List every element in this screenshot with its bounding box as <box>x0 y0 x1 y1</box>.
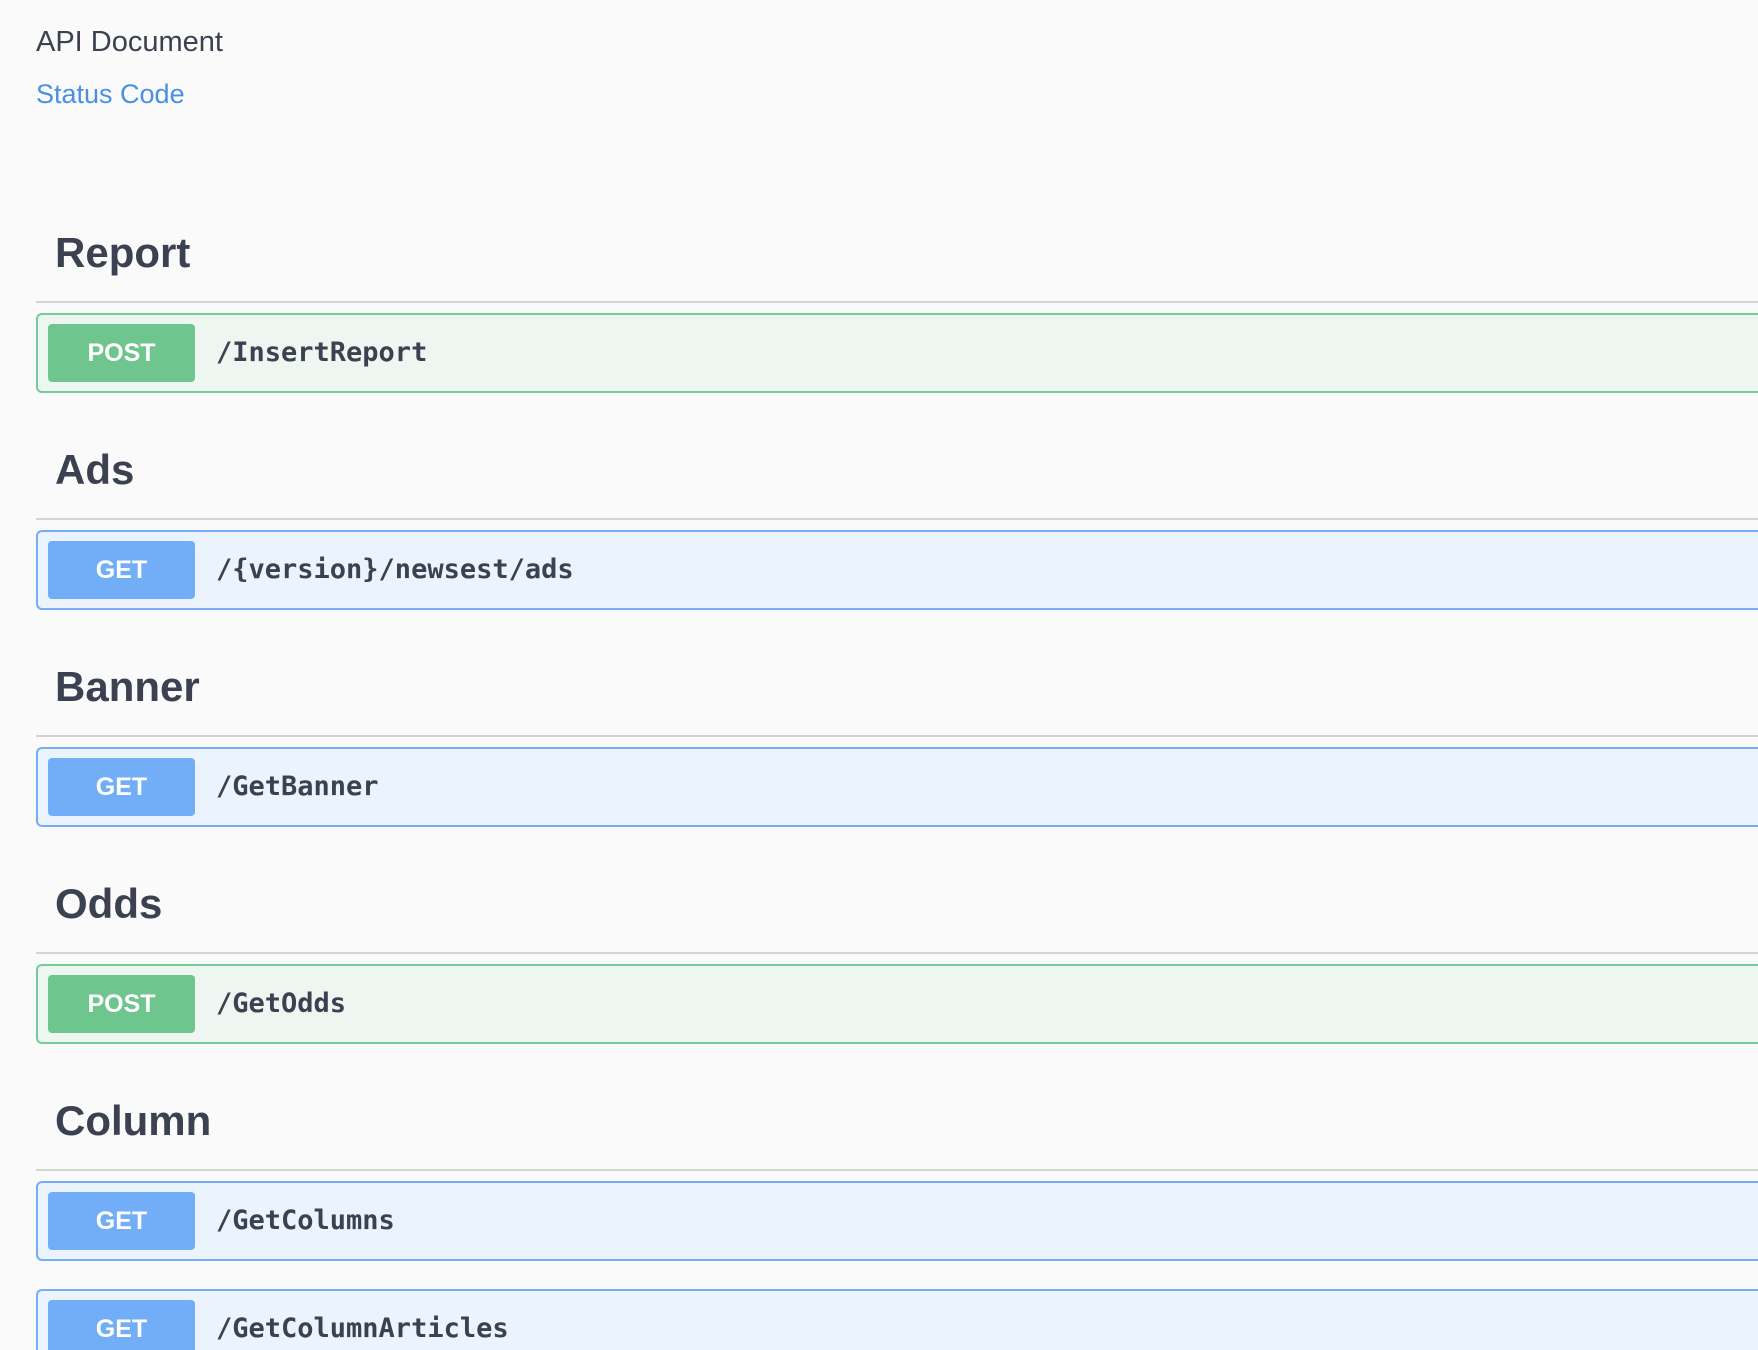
section-divider <box>36 1169 1758 1171</box>
endpoint-get-banner[interactable]: GET /GetBanner <box>36 747 1758 827</box>
status-code-link[interactable]: Status Code <box>36 74 185 114</box>
endpoint-path: /InsertReport <box>216 337 428 368</box>
section-divider <box>36 952 1758 954</box>
section-divider <box>36 735 1758 737</box>
method-badge-get: GET <box>48 541 195 599</box>
section-heading-odds[interactable]: Odds <box>55 876 162 932</box>
method-badge-post: POST <box>48 975 195 1033</box>
section-heading-report[interactable]: Report <box>55 225 190 281</box>
section-divider <box>36 518 1758 520</box>
endpoint-get-columns[interactable]: GET /GetColumns <box>36 1181 1758 1261</box>
section-heading-ads[interactable]: Ads <box>55 442 134 498</box>
method-badge-get: GET <box>48 1300 195 1350</box>
endpoint-path: /GetColumns <box>216 1205 395 1236</box>
section-divider <box>36 301 1758 303</box>
endpoint-path: /GetOdds <box>216 988 347 1019</box>
endpoint-get-odds[interactable]: POST /GetOdds <box>36 964 1758 1044</box>
endpoint-get-column-articles[interactable]: GET /GetColumnArticles <box>36 1289 1758 1350</box>
method-badge-post: POST <box>48 324 195 382</box>
method-badge-get: GET <box>48 758 195 816</box>
method-badge-get: GET <box>48 1192 195 1250</box>
section-heading-column[interactable]: Column <box>55 1093 211 1149</box>
page-title: API Document <box>36 26 223 58</box>
section-heading-banner[interactable]: Banner <box>55 659 200 715</box>
endpoint-path: /{version}/newsest/ads <box>216 554 574 585</box>
endpoint-newsest-ads[interactable]: GET /{version}/newsest/ads <box>36 530 1758 610</box>
endpoint-path: /GetBanner <box>216 771 379 802</box>
endpoint-path: /GetColumnArticles <box>216 1313 509 1344</box>
api-doc-page: API Document Status Code Report POST /In… <box>0 0 1758 1350</box>
endpoint-insert-report[interactable]: POST /InsertReport <box>36 313 1758 393</box>
